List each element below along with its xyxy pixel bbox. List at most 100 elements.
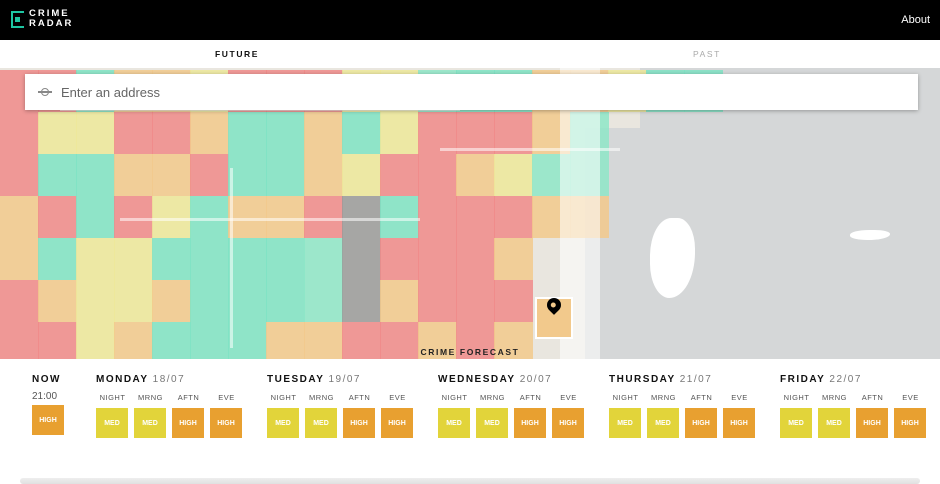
slot-label: MRNG [309,393,334,402]
address-input[interactable] [61,84,861,100]
heat-cell[interactable] [152,154,191,196]
heat-cell[interactable] [380,112,419,154]
risk-badge[interactable]: HIGH [381,408,413,438]
heat-cell[interactable] [76,112,115,154]
heat-cell[interactable] [380,280,419,322]
heat-cell[interactable] [304,112,343,154]
about-link[interactable]: About [901,14,930,26]
heat-cell[interactable] [38,112,77,154]
heat-cell[interactable] [190,154,229,196]
heat-cell[interactable] [494,238,533,280]
crime-heat-map[interactable] [0,68,940,359]
heat-cell[interactable] [38,238,77,280]
tab-past[interactable]: PAST [693,49,721,59]
time-slot: AFTN HIGH [514,393,547,438]
heat-cell[interactable] [228,196,267,238]
risk-badge[interactable]: MED [267,408,299,438]
heat-cell[interactable] [456,196,495,238]
risk-badge[interactable]: MED [476,408,508,438]
heat-cell[interactable] [266,196,305,238]
heat-cell[interactable] [342,238,381,280]
slot-label: MRNG [480,393,505,402]
heat-cell[interactable] [0,196,39,238]
heat-cell[interactable] [304,238,343,280]
risk-badge[interactable]: MED [305,408,337,438]
risk-badge[interactable]: MED [134,408,166,438]
heat-cell[interactable] [114,112,153,154]
heat-cell[interactable] [456,154,495,196]
heat-cell[interactable] [114,238,153,280]
heat-cell[interactable] [152,238,191,280]
heat-cell[interactable] [76,280,115,322]
risk-badge[interactable]: HIGH [685,408,717,438]
heat-cell[interactable] [342,154,381,196]
risk-badge[interactable]: HIGH [856,408,888,438]
heat-cell[interactable] [38,154,77,196]
heat-cell[interactable] [190,238,229,280]
heat-cell[interactable] [190,196,229,238]
risk-badge[interactable]: MED [818,408,850,438]
day-title: MONDAY 18/07 [96,374,248,385]
heat-cell[interactable] [266,238,305,280]
heat-cell[interactable] [456,238,495,280]
risk-badge[interactable]: HIGH [552,408,584,438]
risk-badge[interactable]: MED [780,408,812,438]
heat-cell[interactable] [494,280,533,322]
heat-cell[interactable] [342,280,381,322]
heat-cell[interactable] [114,280,153,322]
heat-cell[interactable] [304,154,343,196]
day-title: TUESDAY 19/07 [267,374,419,385]
locate-icon[interactable] [38,85,52,99]
crime-radar-logo[interactable]: CRIME RADAR [11,9,73,29]
risk-badge[interactable]: MED [438,408,470,438]
risk-badge[interactable]: HIGH [514,408,546,438]
heat-cell[interactable] [76,238,115,280]
heat-cell[interactable] [76,196,115,238]
heat-cell[interactable] [494,154,533,196]
heat-cell[interactable] [114,196,153,238]
heat-cell[interactable] [190,112,229,154]
heat-cell[interactable] [228,238,267,280]
heat-cell[interactable] [38,196,77,238]
heat-cell[interactable] [190,280,229,322]
heat-cell[interactable] [266,112,305,154]
heat-cell[interactable] [418,238,457,280]
heat-cell[interactable] [418,280,457,322]
heat-cell[interactable] [228,280,267,322]
heat-cell[interactable] [152,280,191,322]
heat-cell[interactable] [152,196,191,238]
risk-badge[interactable]: MED [647,408,679,438]
heat-cell[interactable] [76,154,115,196]
heat-cell[interactable] [418,154,457,196]
heat-cell[interactable] [152,112,191,154]
risk-badge[interactable]: HIGH [172,408,204,438]
heat-cell[interactable] [494,196,533,238]
heat-cell[interactable] [456,280,495,322]
heat-cell[interactable] [38,280,77,322]
heat-cell[interactable] [418,196,457,238]
heat-cell[interactable] [266,154,305,196]
heat-cell[interactable] [0,238,39,280]
risk-badge[interactable]: HIGH [32,405,64,435]
risk-badge[interactable]: HIGH [210,408,242,438]
heat-cell[interactable] [0,154,39,196]
heat-cell[interactable] [266,280,305,322]
heat-cell[interactable] [114,154,153,196]
heat-cell[interactable] [342,196,381,238]
heat-cell[interactable] [342,112,381,154]
heat-cell[interactable] [0,280,39,322]
risk-badge[interactable]: HIGH [343,408,375,438]
heat-cell[interactable] [380,154,419,196]
heat-cell[interactable] [228,112,267,154]
risk-badge[interactable]: MED [609,408,641,438]
heat-cell[interactable] [304,280,343,322]
heat-cell[interactable] [380,196,419,238]
heat-cell[interactable] [380,238,419,280]
heat-cell[interactable] [304,196,343,238]
risk-badge[interactable]: HIGH [894,408,926,438]
risk-badge[interactable]: HIGH [723,408,755,438]
risk-badge[interactable]: MED [96,408,128,438]
tab-future[interactable]: FUTURE [215,49,259,59]
heat-cell[interactable] [0,112,39,154]
heat-cell[interactable] [228,154,267,196]
